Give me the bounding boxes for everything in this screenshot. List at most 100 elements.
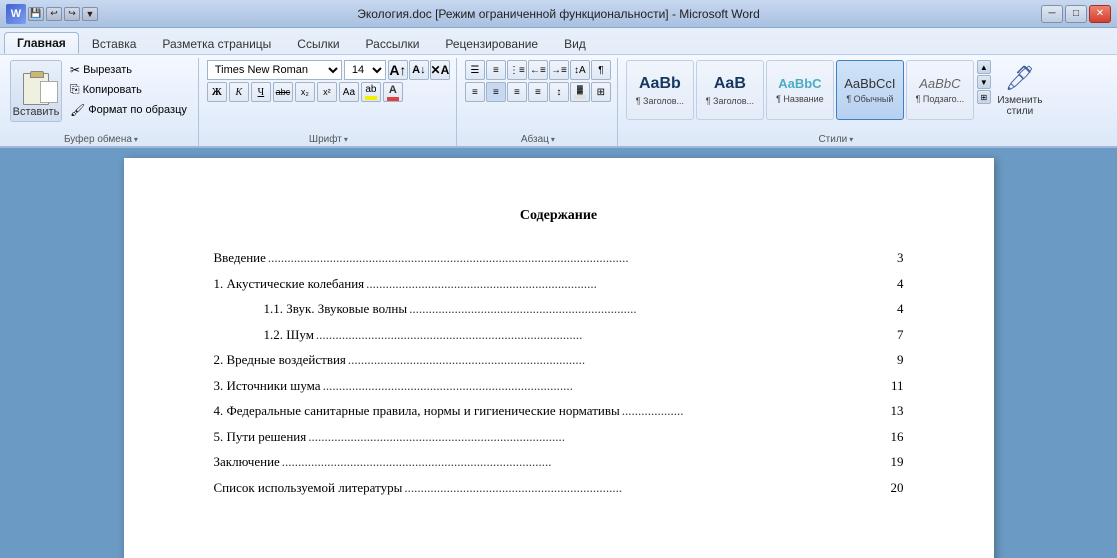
undo-btn[interactable]: ↩ [46,7,62,21]
font-size-btns: A↑ A↓ ✕A [388,60,450,80]
toc-entry: 2. Вредные воздействия..................… [214,350,904,370]
font-expand-icon[interactable]: ▾ [344,135,348,144]
font-group-content: Times New Roman 14 A↑ A↓ ✕A Ж [207,60,450,130]
para-controls: ☰ ≡ ⋮≡ ←≡ →≡ ↕A ¶ ≡ ≡ ≡ ≡ ↕ [465,60,611,102]
para-row2: ≡ ≡ ≡ ≡ ↕ ▓ ⊞ [465,82,611,102]
italic-btn[interactable]: К [229,82,249,102]
word-icon: W [6,4,26,24]
document-page: Содержание Введение.....................… [124,158,994,558]
styles-scroll-down-btn[interactable]: ▼ [977,75,991,89]
toc-entry: 1. Акустические колебания...............… [214,274,904,294]
paragraph-expand-icon[interactable]: ▾ [551,135,555,144]
toc-entry: 1.2. Шум................................… [214,325,904,345]
show-formatting-btn[interactable]: ¶ [591,60,611,80]
styles-scroll-up-btn[interactable]: ▲ [977,60,991,74]
tab-mailings[interactable]: Рассылки [353,32,433,54]
tab-bar: Главная Вставка Разметка страницы Ссылки… [0,28,1117,54]
font-name-select[interactable]: Times New Roman [207,60,342,80]
multilevel-list-btn[interactable]: ⋮≡ [507,60,527,80]
font-row2: Ж К Ч abc x₂ x² [207,82,450,102]
styles-items: AaBb ¶ Заголов... AaB ¶ Заголов... AaBbC… [626,60,974,120]
tab-home[interactable]: Главная [4,32,79,54]
font-group: Times New Roman 14 A↑ A↓ ✕A Ж [201,58,457,146]
ribbon-content: Вставить ✂ Вырезать ⎘ Копировать 🖌 Форма… [0,54,1117,146]
align-right-btn[interactable]: ≡ [507,82,527,102]
paragraph-label: Абзац ▾ [465,130,611,146]
styles-expand-icon[interactable]: ▾ [849,135,853,144]
shading-btn[interactable]: ▓ [570,82,590,102]
sort-btn[interactable]: ↕A [570,60,590,80]
font-color-btn[interactable]: A [383,82,403,102]
clipboard-label: Буфер обмена ▾ [10,130,192,146]
style-heading3[interactable]: AaBbC ¶ Название [766,60,834,120]
paste-label: Вставить [13,106,60,118]
ribbon: Главная Вставка Разметка страницы Ссылки… [0,28,1117,148]
tab-layout[interactable]: Разметка страницы [149,32,284,54]
bold-btn[interactable]: Ж [207,82,227,102]
paste-button[interactable]: Вставить [10,60,62,122]
minimize-btn[interactable]: ─ [1041,5,1063,23]
toc-entry: Введение................................… [214,248,904,268]
underline-btn[interactable]: Ч [251,82,271,102]
line-spacing-btn[interactable]: ↕ [549,82,569,102]
decrease-indent-btn[interactable]: ←≡ [528,60,548,80]
font-size-select[interactable]: 14 [344,60,386,80]
change-case-btn[interactable]: Аа [339,82,359,102]
format-painter-button[interactable]: 🖌 Формат по образцу [65,100,192,119]
customize-btn[interactable]: ▼ [82,7,98,21]
clear-format-btn[interactable]: ✕A [430,60,450,80]
clipboard-expand-icon[interactable]: ▾ [134,135,138,144]
close-btn[interactable]: ✕ [1089,5,1111,23]
tab-view[interactable]: Вид [551,32,599,54]
window-title: Экология.doc [Режим ограниченной функцио… [357,7,760,21]
superscript-btn[interactable]: x² [317,82,337,102]
document-area: Содержание Введение.....................… [0,148,1117,558]
justify-btn[interactable]: ≡ [528,82,548,102]
numbered-list-btn[interactable]: ≡ [486,60,506,80]
styles-scroll-btns: ▲ ▼ ⊞ [977,60,991,104]
para-row1: ☰ ≡ ⋮≡ ←≡ →≡ ↕A ¶ [465,60,611,80]
clipboard-group: Вставить ✂ Вырезать ⎘ Копировать 🖌 Форма… [4,58,199,146]
toc-entry: 5. Пути решения.........................… [214,427,904,447]
align-center-btn[interactable]: ≡ [486,82,506,102]
toc-container: Введение................................… [214,248,904,497]
clipboard-group-content: Вставить ✂ Вырезать ⎘ Копировать 🖌 Форма… [10,60,192,130]
toc-title: Содержание [214,208,904,224]
font-row1: Times New Roman 14 A↑ A↓ ✕A [207,60,450,80]
tab-insert[interactable]: Вставка [79,32,150,54]
title-bar: W 💾 ↩ ↪ ▼ Экология.doc [Режим ограниченн… [0,0,1117,28]
strikethrough-btn[interactable]: abc [273,82,293,102]
paper-icon [40,81,58,103]
grow-font-btn[interactable]: A↑ [388,60,408,80]
toc-entry: 4. Федеральные санитарные правила, нормы… [214,401,904,421]
toc-entry: 1.1. Звук. Звуковые волны...............… [214,299,904,319]
maximize-btn[interactable]: □ [1065,5,1087,23]
styles-expand-btn[interactable]: ⊞ [977,90,991,104]
increase-indent-btn[interactable]: →≡ [549,60,569,80]
shrink-font-btn[interactable]: A↓ [409,60,429,80]
style-subtitle[interactable]: AaBbC ¶ Подзаго... [906,60,974,120]
highlight-btn[interactable]: ab [361,82,381,102]
toc-entry: Заключение..............................… [214,452,904,472]
subscript-btn[interactable]: x₂ [295,82,315,102]
font-controls: Times New Roman 14 A↑ A↓ ✕A Ж [207,60,450,102]
clip-top [30,71,44,78]
redo-btn[interactable]: ↪ [64,7,80,21]
tab-review[interactable]: Рецензирование [432,32,551,54]
styles-group-content: AaBb ¶ Заголов... AaB ¶ Заголов... AaBbC… [626,60,1046,130]
cut-button[interactable]: ✂ Вырезать [65,60,192,79]
change-styles-btn[interactable]: 🖊 Изменить стили [994,60,1046,121]
title-bar-left: W 💾 ↩ ↪ ▼ [6,4,98,24]
align-left-btn[interactable]: ≡ [465,82,485,102]
toc-entry: 3. Источники шума.......................… [214,376,904,396]
copy-button[interactable]: ⎘ Копировать [65,80,192,99]
styles-group: AaBb ¶ Заголов... AaB ¶ Заголов... AaBbC… [620,58,1052,146]
style-heading1[interactable]: AaBb ¶ Заголов... [626,60,694,120]
quick-save-btn[interactable]: 💾 [28,7,44,21]
tab-references[interactable]: Ссылки [284,32,352,54]
style-heading2[interactable]: AaB ¶ Заголов... [696,60,764,120]
border-btn[interactable]: ⊞ [591,82,611,102]
paragraph-group: ☰ ≡ ⋮≡ ←≡ →≡ ↕A ¶ ≡ ≡ ≡ ≡ ↕ [459,58,618,146]
bullet-list-btn[interactable]: ☰ [465,60,485,80]
style-normal[interactable]: AaBbCcI ¶ Обычный [836,60,904,120]
